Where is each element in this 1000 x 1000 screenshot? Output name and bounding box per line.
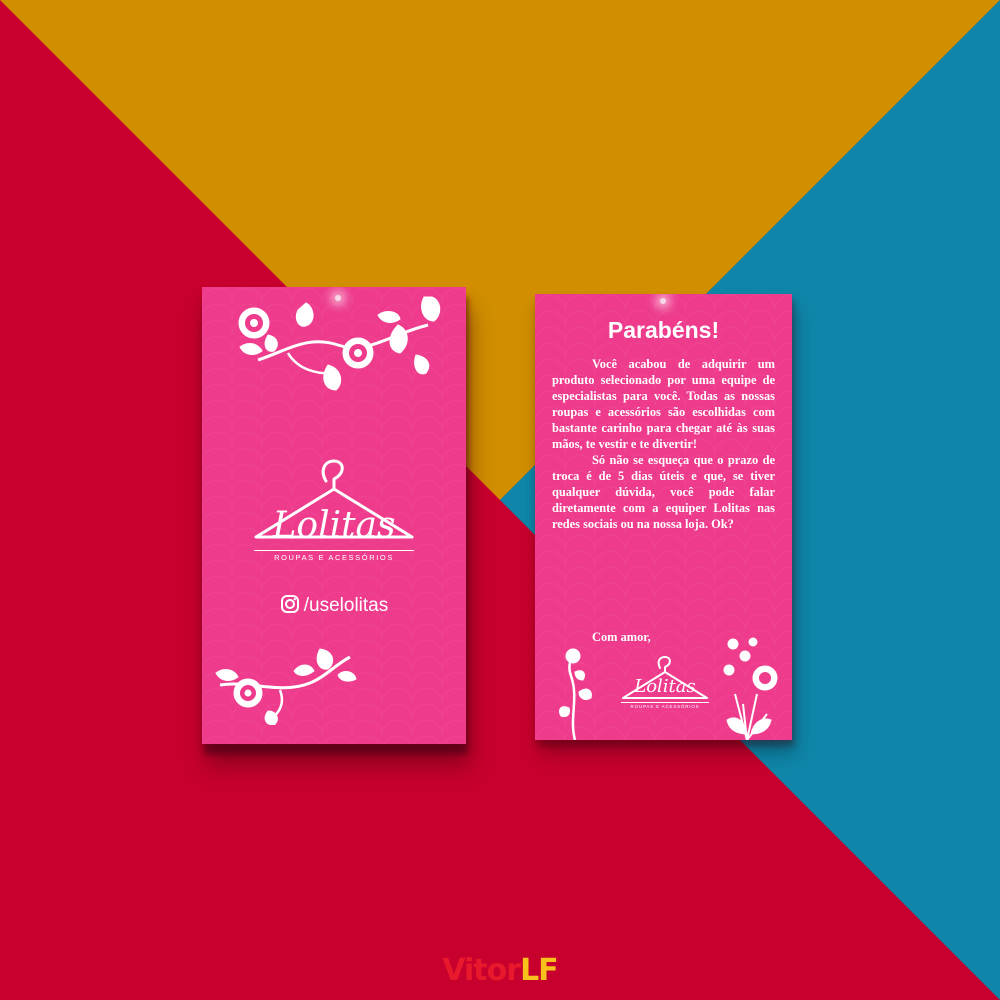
instagram-handle: /uselolitas	[303, 595, 389, 616]
message-paragraph: Você acabou de adquirir um produto selec…	[552, 357, 775, 451]
floral-ornament-top-icon	[238, 296, 441, 391]
brand-tagline: ROUPAS E ACESSÓRIOS	[254, 550, 414, 562]
signoff: Com amor,	[592, 630, 651, 644]
floral-ornament-bottom-icon	[215, 648, 357, 725]
watermark-part1: Vitor	[442, 953, 521, 988]
message-paragraph: Só não se esqueça que o prazo de troca é…	[552, 453, 775, 531]
front-card: Lolitas ROUPAS E ACESSÓRIOS /uselolitas	[202, 287, 466, 744]
flower-sprig-left-icon	[558, 648, 592, 740]
brand-name: Lolitas	[272, 505, 396, 546]
watermark-logo: VitorLF	[0, 953, 1000, 988]
hang-hole	[660, 298, 666, 304]
back-title: Parabéns!	[607, 317, 720, 343]
back-brand-tagline: ROUPAS E ACESSÓRIOS	[621, 702, 709, 709]
background-triangles	[0, 0, 1000, 1000]
instagram-icon	[280, 594, 300, 620]
watermark-part2: LF	[520, 953, 559, 988]
back-card: Parabéns! Você acabou de adquirir um pro…	[535, 294, 792, 740]
back-brand-name: Lolitas	[634, 676, 696, 697]
hang-hole	[335, 295, 341, 301]
instagram-row: /uselolitas	[202, 594, 466, 620]
flower-bouquet-right-icon	[723, 637, 778, 740]
back-message: Você acabou de adquirir um produto selec…	[552, 356, 775, 532]
